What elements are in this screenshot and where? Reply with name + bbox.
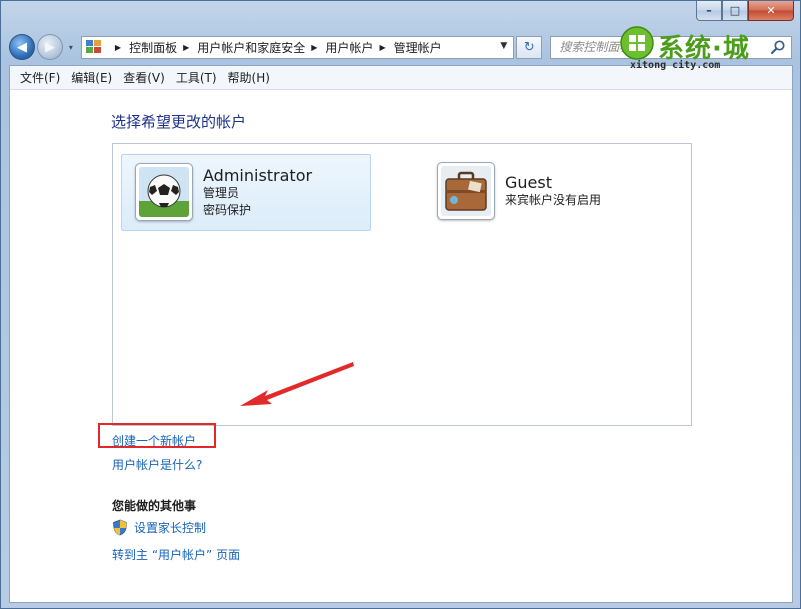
caption-buttons: – □ ✕: [696, 1, 794, 22]
parental-controls-row: 设置家长控制: [112, 519, 206, 536]
minimize-button[interactable]: –: [696, 1, 722, 21]
account-name: Guest: [505, 173, 552, 192]
close-button[interactable]: ✕: [748, 1, 794, 21]
menu-edit[interactable]: 编辑(E): [66, 69, 117, 86]
address-bar[interactable]: ▶ 控制面板 ▶ 用户帐户和家庭安全 ▶ 用户帐户 ▶ 管理帐户 ▼: [80, 35, 515, 59]
annotation-arrow-icon: [240, 362, 354, 406]
parental-controls-link[interactable]: 设置家长控制: [134, 519, 206, 536]
guest-details: Guest 来宾帐户没有启用: [505, 154, 601, 209]
site-watermark: 系统·城 xitong city.com: [620, 26, 780, 78]
page-title: 选择希望更改的帐户: [111, 113, 247, 131]
recent-pages-button[interactable]: ▾: [65, 43, 77, 52]
account-role: 管理员: [203, 186, 240, 200]
shield-icon: [113, 519, 127, 536]
client-area: 文件(F) 编辑(E) 查看(V) 工具(T) 帮助(H) 选择希望更改的帐户: [9, 26, 793, 603]
goto-user-accounts-link[interactable]: 转到主 “用户帐户” 页面: [112, 546, 240, 563]
back-button[interactable]: ◀: [9, 34, 35, 60]
address-dropdown-icon[interactable]: ▼: [500, 41, 507, 51]
breadcrumb-separator-icon: ▶: [379, 42, 386, 52]
window-frame: – □ ✕ ◀ ▶ ▾ ▶ 控制面板 ▶ 用户帐户和家庭安全 ▶ 用户帐户 ▶ …: [0, 0, 801, 609]
breadcrumb-control-panel[interactable]: 控制面板: [129, 39, 177, 56]
what-is-user-account-link[interactable]: 用户帐户是什么?: [112, 456, 202, 473]
breadcrumb-user-accounts-family[interactable]: 用户帐户和家庭安全: [197, 39, 305, 56]
windows-logo-icon: [620, 26, 654, 60]
menu-tools[interactable]: 工具(T): [171, 69, 222, 86]
menu-help[interactable]: 帮助(H): [223, 69, 275, 86]
account-tile-guest[interactable]: Guest 来宾帐户没有启用: [424, 154, 674, 231]
breadcrumb-separator-icon: ▶: [114, 42, 122, 52]
account-name: Administrator: [203, 166, 313, 185]
menu-file[interactable]: 文件(F): [15, 69, 65, 86]
watermark-english-text: xitong city.com: [630, 60, 721, 71]
refresh-button[interactable]: ↻: [516, 35, 543, 59]
other-tasks-heading: 您能做的其他事: [112, 499, 197, 513]
account-status: 来宾帐户没有启用: [505, 193, 602, 207]
suitcase-icon: [437, 162, 495, 220]
breadcrumb-user-accounts[interactable]: 用户帐户: [325, 39, 373, 56]
menu-view[interactable]: 查看(V): [118, 69, 170, 86]
create-account-link[interactable]: 创建一个新帐户: [112, 432, 196, 449]
account-status: 密码保护: [203, 203, 252, 217]
breadcrumb-separator-icon: ▶: [183, 42, 190, 52]
maximize-button[interactable]: □: [722, 1, 748, 21]
control-panel-icon: [85, 39, 103, 55]
accounts-panel: Administrator 管理员 密码保护 Guest 来宾帐户没有启用: [112, 143, 692, 426]
administrator-details: Administrator 管理员 密码保护: [203, 155, 312, 219]
breadcrumb-manage-accounts[interactable]: 管理帐户: [394, 39, 442, 56]
breadcrumb-separator-icon: ▶: [311, 42, 318, 52]
account-tile-administrator[interactable]: Administrator 管理员 密码保护: [121, 154, 371, 231]
soccer-ball-icon: [135, 163, 193, 221]
forward-button[interactable]: ▶: [36, 34, 63, 60]
